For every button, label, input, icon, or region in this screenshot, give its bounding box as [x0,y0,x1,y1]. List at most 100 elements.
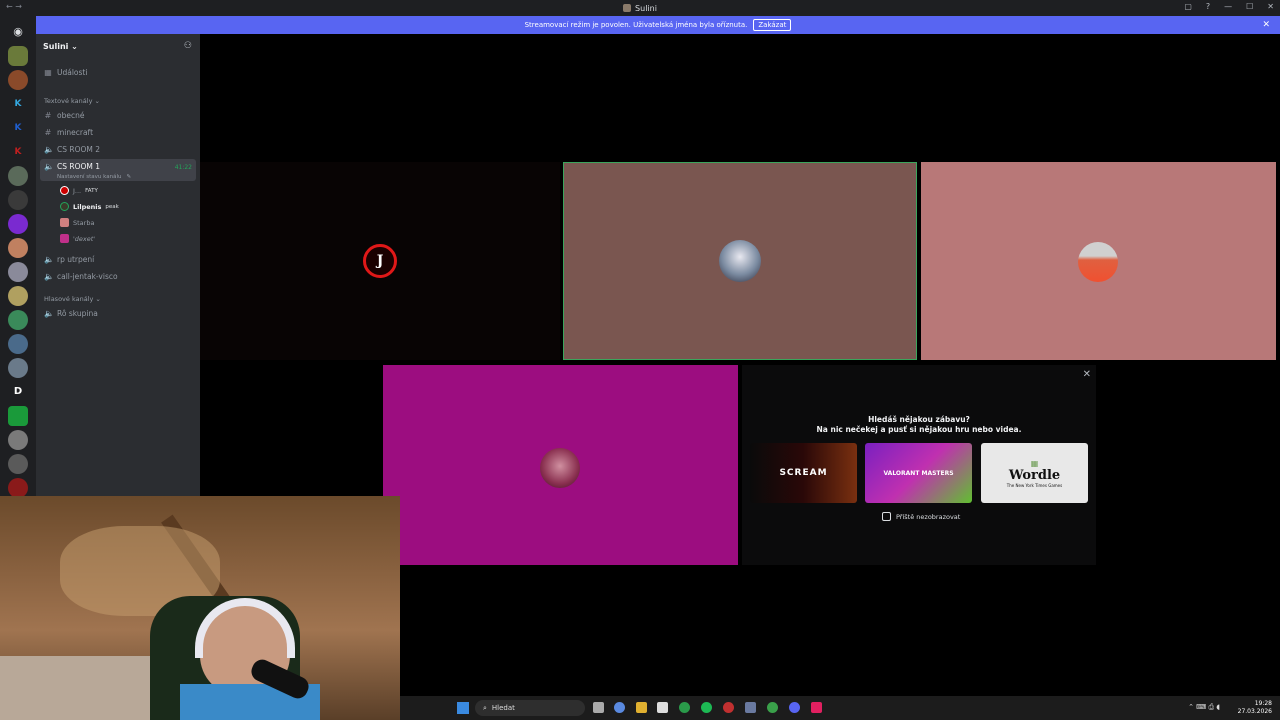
server-icon [623,4,632,12]
channel-minecraft[interactable]: # minecraft [44,128,93,137]
speaker-icon: 🔈 [44,162,54,171]
streamer-mode-banner: Streamovací režim je povolen. Uživatelsk… [36,16,1280,34]
taskbar-search[interactable]: ⌕ Hledat [475,700,585,716]
hash-icon: # [44,128,52,137]
server-icon[interactable] [8,454,28,474]
server-icon[interactable] [8,190,28,210]
voice-channel-rp-utrpeni[interactable]: 🔈 rp utrpení [44,255,94,264]
close-window-button[interactable]: ✕ [1267,2,1274,11]
system-tray[interactable]: ⌃ ⌨ ⎙ ◖ [1188,703,1220,712]
avatar [60,218,69,227]
activity-card-scream[interactable]: SCREAM [750,443,857,503]
participant-tile[interactable] [383,365,738,565]
title-bar: ← → Sulini ▢ ? — ☐ ✕ [0,0,1280,16]
server-icon[interactable] [8,214,28,234]
close-icon[interactable]: ✕ [1262,20,1270,30]
chrome-icon[interactable] [679,702,690,713]
participant-tile-speaking[interactable] [563,162,917,360]
speaker-icon: 🔈 [44,255,54,264]
server-icon[interactable] [8,262,28,282]
server-icon[interactable]: K [8,118,28,138]
server-icon[interactable] [8,406,28,426]
discord-icon[interactable] [789,702,800,713]
server-icon[interactable]: K [8,94,28,114]
clock[interactable]: 19:28 27.03.2026 [1238,700,1272,716]
voice-member[interactable]: J... FATY [60,186,98,195]
activity-card-valorant[interactable]: VALORANT MASTERS [865,443,972,503]
inbox-icon[interactable]: ▢ [1184,2,1192,11]
file-explorer-icon[interactable] [636,702,647,713]
voice-member[interactable]: 'dexet' [60,234,95,243]
avatar: J [363,244,397,278]
server-name[interactable]: Sulini ⌄ [43,42,78,51]
channel-sidebar: Sulini ⌄ ⚇ ▦ Události Textové kanály ⌄ #… [36,34,200,496]
server-icon[interactable] [8,334,28,354]
tiktok-icon[interactable] [811,702,822,713]
voice-channel-ro-skupina[interactable]: 🔈 Rô skupina [44,309,98,318]
activity-promo: ✕ Hledáš nějakou zábavu? Na nic nečekej … [742,365,1096,565]
server-icon[interactable] [8,310,28,330]
checkbox[interactable] [882,512,891,521]
copilot-icon[interactable] [614,702,625,713]
spotify-icon[interactable] [701,702,712,713]
speaker-icon: 🔈 [44,309,54,318]
events-item[interactable]: ▦ Události [44,68,87,77]
help-icon[interactable]: ? [1206,2,1210,11]
server-icon[interactable] [8,46,28,66]
window-controls: ▢ ? — ☐ ✕ [1184,2,1274,11]
store-icon[interactable] [657,702,668,713]
add-member-icon[interactable]: ⚇ [184,41,192,51]
search-icon: ⌕ [483,703,487,712]
server-icon[interactable]: K [8,142,28,162]
voice-member[interactable]: Lilpenis peak [60,202,119,211]
server-icon[interactable] [8,478,28,498]
minimize-button[interactable]: — [1224,2,1232,11]
calendar-icon: ▦ [44,68,52,77]
server-list: ◉ K K K D [0,16,36,498]
avatar [60,234,69,243]
server-icon[interactable] [8,286,28,306]
avatar [540,448,580,488]
promo-title: Hledáš nějakou zábavu? [868,415,970,424]
server-icon[interactable] [8,358,28,378]
webcam-overlay [0,496,400,720]
voice-channel-cs-room-1[interactable]: 🔈 CS ROOM 1 [44,162,100,171]
server-icon[interactable]: D [8,382,28,402]
taskview-icon[interactable] [593,702,604,713]
server-icon[interactable] [8,238,28,258]
bed [0,656,170,720]
dont-show-again[interactable]: Příště nezobrazovat [882,512,960,521]
avatar [60,186,69,195]
nav-arrows[interactable]: ← → [6,2,22,11]
speaker-icon: 🔈 [44,145,54,154]
wordle-grid-icon: ▦ [1030,458,1039,468]
app-icon[interactable] [745,702,756,713]
server-icon[interactable] [8,430,28,450]
discord-home-icon[interactable]: ◉ [8,22,28,42]
windows-start-icon[interactable] [457,702,469,714]
maximize-button[interactable]: ☐ [1246,2,1253,11]
window-title: Sulini [623,4,657,13]
banner-text: Streamovací režim je povolen. Uživatelsk… [524,21,748,29]
server-icon[interactable] [8,70,28,90]
category-voice-channels[interactable]: Hlasové kanály ⌄ [44,295,101,303]
speaker-icon: 🔈 [44,272,54,281]
channel-obecne[interactable]: # obecné [44,111,85,120]
voice-channel-call-jentak-visco[interactable]: 🔈 call-jentak-visco [44,272,118,281]
server-icon[interactable] [8,166,28,186]
voice-channel-cs-room-2[interactable]: 🔈 CS ROOM 2 [44,145,100,154]
close-icon[interactable]: ✕ [1083,369,1091,380]
participant-tile[interactable] [921,162,1276,360]
chrome-icon[interactable] [723,702,734,713]
chrome-icon[interactable] [767,702,778,713]
voice-member[interactable]: Starba [60,218,94,227]
taskbar: ⌕ Hledat ⌃ ⌨ ⎙ ◖ 19:28 27.03.2026 [400,696,1280,720]
avatar [60,202,69,211]
disable-button[interactable]: Zakázat [753,19,792,31]
activity-card-wordle[interactable]: ▦ Wordle The New York Times Games [981,443,1088,503]
category-text-channels[interactable]: Textové kanály ⌄ [44,97,100,105]
avatar [719,240,761,282]
participant-tile[interactable]: J [200,162,560,360]
hash-icon: # [44,111,52,120]
channel-status[interactable]: Nastavení stavu kanálu ✎ [57,174,131,180]
